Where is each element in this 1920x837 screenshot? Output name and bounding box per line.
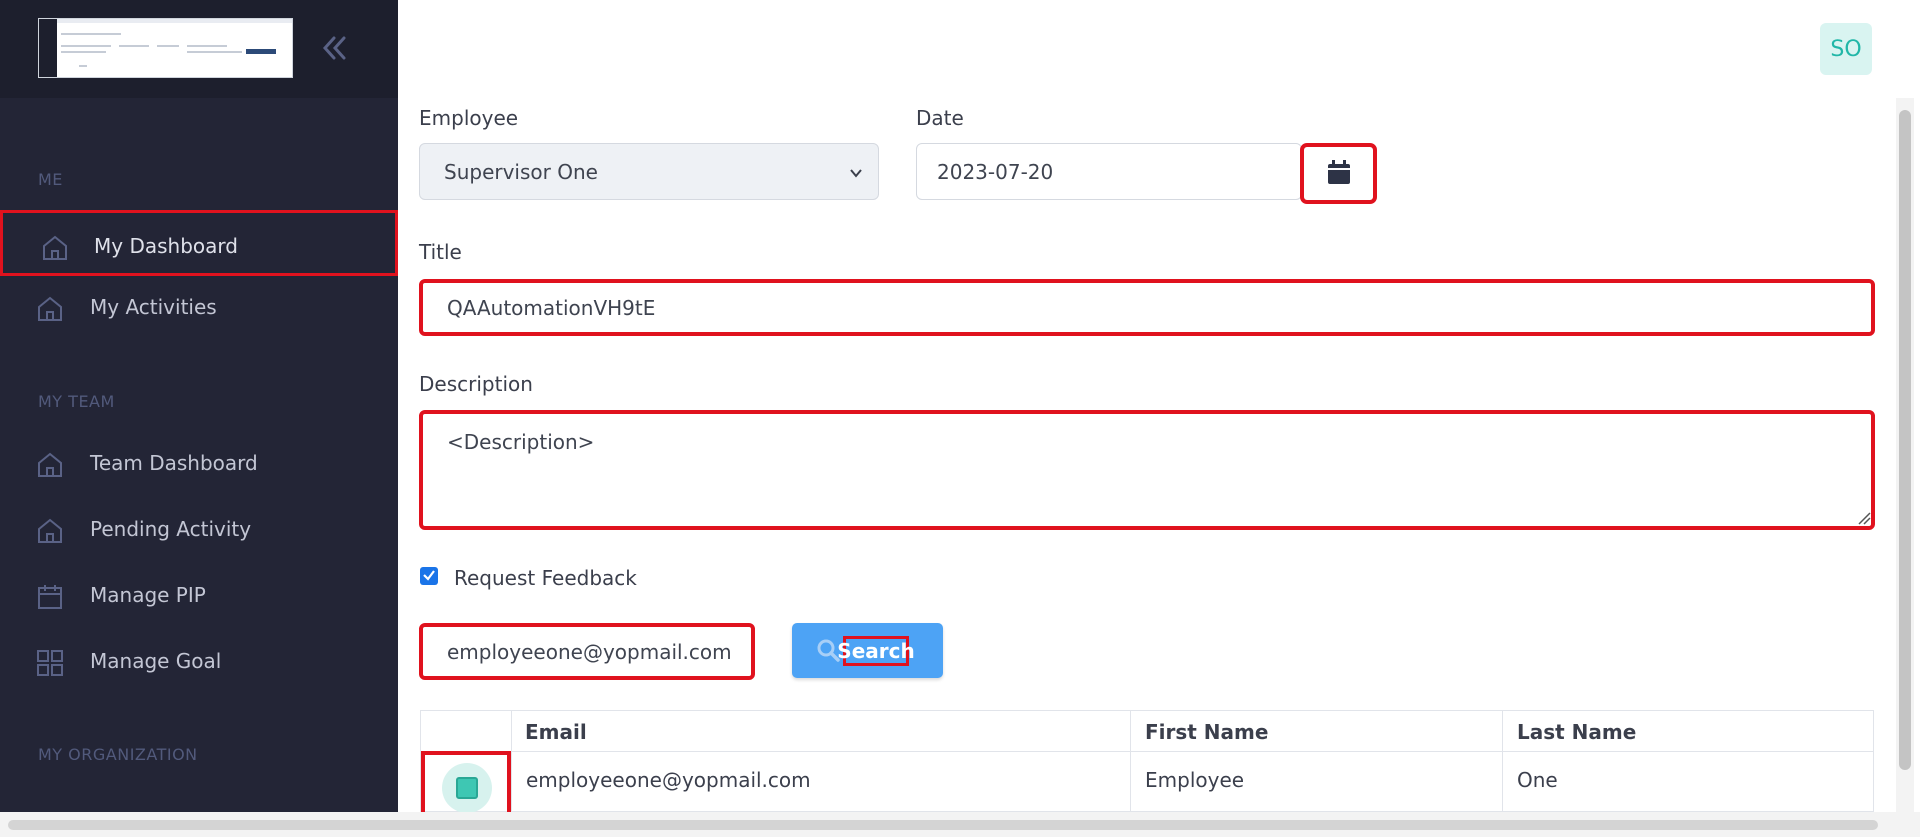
results-table: Email First Name Last Name employeeone@y… <box>420 710 1874 813</box>
section-my-team: MY TEAM <box>38 392 115 411</box>
table-cell-email: employeeone@yopmail.com <box>526 768 811 792</box>
title-value: QAAutomationVH9tE <box>447 295 656 320</box>
sidebar-item-team-dashboard[interactable]: Team Dashboard <box>0 430 398 496</box>
employee-select-value: Supervisor One <box>444 159 598 184</box>
calendar-icon <box>36 583 64 611</box>
home-icon <box>36 295 64 323</box>
calendar-button[interactable] <box>1300 143 1377 204</box>
section-me: ME <box>38 170 63 189</box>
sidebar-header <box>0 0 398 98</box>
date-value: 2023-07-20 <box>937 159 1054 184</box>
check-icon <box>422 567 436 586</box>
chevron-down-icon <box>848 162 864 178</box>
sidebar-item-label: Team Dashboard <box>90 451 258 475</box>
sidebar-item-manage-goal[interactable]: Manage Goal <box>0 628 398 694</box>
sidebar-item-label: Manage Goal <box>90 649 222 673</box>
row-select-checkbox[interactable] <box>442 763 492 813</box>
search-value: employeeone@yopmail.com <box>447 639 732 664</box>
grid-icon <box>36 649 64 677</box>
title-input[interactable]: QAAutomationVH9tE <box>419 279 1875 336</box>
search-button-label: Search <box>837 636 915 666</box>
sidebar: ME My Dashboard My Activities MY TEAM Te… <box>0 0 398 812</box>
sidebar-item-label: My Activities <box>90 295 217 319</box>
search-button[interactable]: Search <box>792 623 943 678</box>
employee-label: Employee <box>419 106 519 130</box>
home-icon <box>36 517 64 545</box>
home-icon <box>41 234 69 262</box>
date-label: Date <box>916 106 964 130</box>
avatar[interactable]: SO <box>1820 23 1872 75</box>
sidebar-item-label: Pending Activity <box>90 517 252 541</box>
search-input[interactable]: employeeone@yopmail.com <box>419 623 755 680</box>
horizontal-scrollbar[interactable] <box>0 812 1920 837</box>
row-select-cell[interactable] <box>421 751 511 813</box>
title-label: Title <box>419 240 462 264</box>
description-label: Description <box>419 372 533 396</box>
request-feedback-checkbox[interactable] <box>420 567 438 585</box>
sidebar-item-my-activities[interactable]: My Activities <box>0 274 398 340</box>
request-feedback-label: Request Feedback <box>454 566 637 590</box>
sidebar-item-manage-pip[interactable]: Manage PIP <box>0 562 398 628</box>
description-value: <Description> <box>447 430 595 454</box>
table-cell-last-name: One <box>1517 768 1558 792</box>
double-chevron-left-icon[interactable] <box>316 30 352 66</box>
employee-select[interactable]: Supervisor One <box>419 143 879 200</box>
calendar-icon <box>1327 159 1351 189</box>
sidebar-item-label: Manage PIP <box>90 583 206 607</box>
column-header-email[interactable]: Email <box>525 720 587 744</box>
section-my-organization: MY ORGANIZATION <box>38 745 198 764</box>
sidebar-item-pending-activity[interactable]: Pending Activity <box>0 496 398 562</box>
column-header-last-name[interactable]: Last Name <box>1517 720 1636 744</box>
column-header-first-name[interactable]: First Name <box>1145 720 1268 744</box>
description-textarea[interactable]: <Description> <box>419 410 1875 530</box>
sidebar-item-my-dashboard[interactable]: My Dashboard <box>0 210 398 276</box>
table-cell-first-name: Employee <box>1145 768 1245 792</box>
home-icon <box>36 451 64 479</box>
vertical-scrollbar[interactable] <box>1896 98 1914 812</box>
sidebar-item-label: My Dashboard <box>94 234 238 258</box>
date-input[interactable]: 2023-07-20 <box>916 143 1302 200</box>
logo-thumbnail <box>38 18 293 78</box>
resize-handle-icon[interactable] <box>1857 510 1871 525</box>
